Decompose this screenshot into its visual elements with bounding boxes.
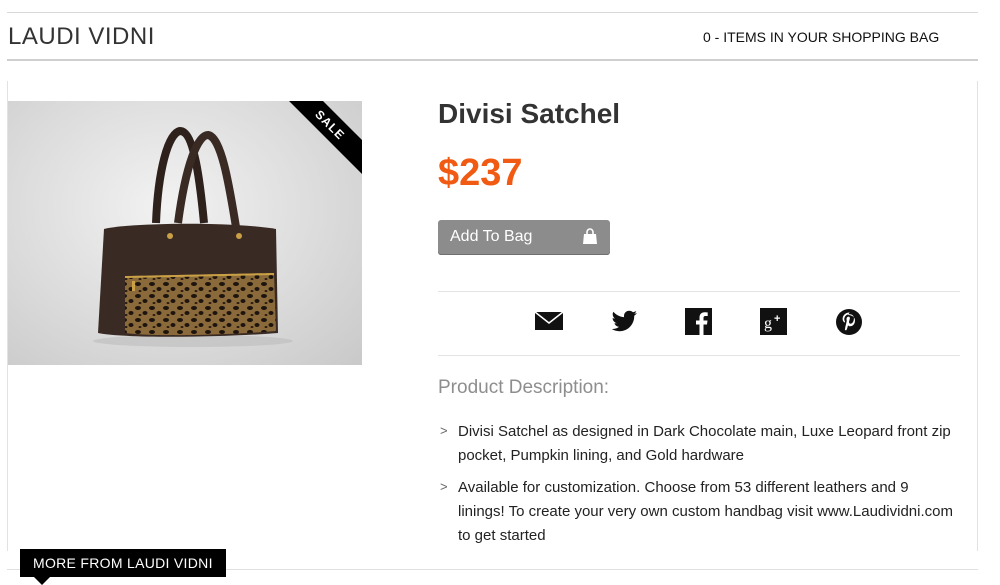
add-to-bag-label: Add To Bag (450, 228, 533, 245)
share-bottom-divider (438, 355, 960, 356)
product-image[interactable]: SALE (8, 101, 362, 365)
facebook-icon[interactable] (684, 306, 714, 336)
top-divider (7, 12, 978, 13)
shopping-bag-count[interactable]: 0 - ITEMS IN YOUR SHOPPING BAG (703, 29, 939, 45)
more-from-brand-label: MORE FROM LAUDI VIDNI (33, 555, 213, 571)
share-top-divider (438, 291, 960, 292)
shopping-bag-icon (582, 228, 598, 250)
svg-text:g: g (764, 315, 772, 332)
brand-logo[interactable]: LAUDI VIDNI (8, 23, 155, 51)
email-icon[interactable] (534, 306, 564, 336)
tab-pointer-icon (34, 577, 50, 585)
content-border-right (977, 81, 978, 551)
svg-text:+: + (774, 313, 780, 325)
bullet-chevron-icon: > (440, 479, 448, 494)
header-divider (7, 59, 978, 61)
description-item: Available for customization. Choose from… (458, 479, 953, 544)
add-to-bag-button[interactable]: Add To Bag (438, 220, 610, 255)
twitter-icon[interactable] (609, 306, 639, 336)
more-from-brand-tab[interactable]: MORE FROM LAUDI VIDNI (20, 549, 226, 585)
description-item: Divisi Satchel as designed in Dark Choco… (458, 423, 951, 464)
pinterest-icon[interactable] (834, 306, 864, 336)
product-description-heading: Product Description: (438, 377, 610, 398)
product-title: Divisi Satchel (438, 98, 621, 129)
google-plus-icon[interactable]: g + (759, 306, 789, 336)
satchel-illustration (93, 126, 293, 347)
product-price: $237 (438, 152, 523, 194)
bullet-chevron-icon: > (440, 423, 448, 438)
